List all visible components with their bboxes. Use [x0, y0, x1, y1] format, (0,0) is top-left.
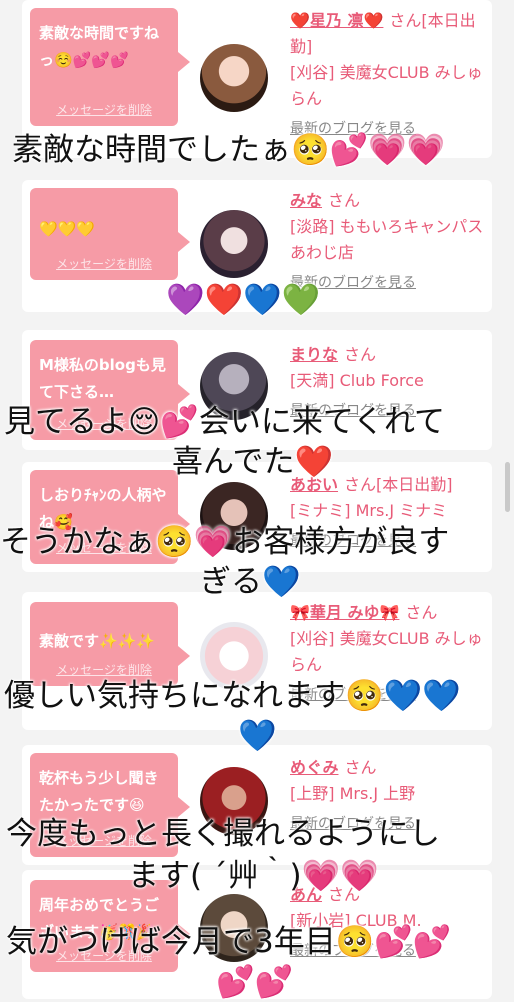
profile-name-link[interactable]: めぐみ	[290, 758, 338, 777]
message-text: 乾杯もう少し聞きたかったです😆	[39, 769, 159, 814]
message-bubble: 素敵な時間ですねっ☺️💕💕💕 メッセージを削除	[30, 8, 190, 126]
overlay-caption: 見てるよ😌💕会いに来てくれて	[4, 404, 446, 440]
profile-name-link[interactable]: ❤️星乃 凛❤️	[290, 11, 383, 30]
profile-info: みな さん [淡路] ももいろキャンパス あわじ店 最新のブログを見る	[290, 188, 486, 292]
name-suffix: さん[本日出勤]	[344, 475, 453, 494]
delete-message-link[interactable]: メッセージを削除	[30, 101, 178, 118]
avatar[interactable]	[200, 44, 268, 112]
message-text: M様私のblogも見て下さる…	[39, 356, 166, 401]
profile-info: ❤️星乃 凛❤️ さん[本日出勤] [刈谷] 美魔女CLUB みしゅらん 最新のブ…	[290, 8, 486, 138]
name-suffix: さん	[328, 191, 361, 210]
overlay-caption: 今度もっと長く撮れるようにし	[6, 816, 440, 852]
shop-name: [天満] Club Force	[290, 371, 424, 390]
scrollbar-thumb[interactable]	[505, 462, 510, 512]
shop-name: [刈谷] 美魔女CLUB みしゅらん	[290, 629, 483, 674]
profile-name-link[interactable]: 🎀華月 みゆ🎀	[290, 603, 399, 622]
shop-name: [淡路] ももいろキャンパス あわじ店	[290, 217, 484, 262]
avatar[interactable]	[200, 210, 268, 278]
shop-name: [ミナミ] Mrs.J ミナミ	[290, 501, 448, 520]
profile-name-link[interactable]: まりな	[290, 345, 338, 364]
overlay-caption: 素敵な時間でしたぁ🥺💕💗💗	[12, 132, 446, 168]
message-text: 素敵な時間ですねっ☺️💕💕💕	[39, 24, 160, 69]
overlay-caption: 気がつけば今月で3年目🥺💕💕	[6, 924, 452, 960]
overlay-caption: 💙	[238, 718, 277, 754]
message-text: 💛💛💛	[39, 220, 96, 238]
profile-name-link[interactable]: みな	[290, 191, 322, 210]
message-bubble: 素敵です✨✨✨ メッセージを削除	[30, 602, 190, 686]
overlay-caption: ます( ´艸｀)💗💗	[128, 858, 379, 894]
message-bubble: 💛💛💛 メッセージを削除	[30, 188, 190, 280]
name-suffix: さん	[405, 603, 438, 622]
shop-name: [刈谷] 美魔女CLUB みしゅらん	[290, 63, 483, 108]
overlay-caption: 優しい気持ちになれます🥺💙💙	[4, 678, 461, 714]
overlay-caption: 喜んでた❤️	[172, 444, 334, 480]
overlay-caption: 💜❤️💙💚	[166, 282, 321, 318]
overlay-caption: そうかなぁ🥺💗お客様方が良す	[0, 524, 450, 560]
shop-name: [上野] Mrs.J 上野	[290, 784, 416, 803]
overlay-caption: ぎる💙	[200, 564, 301, 600]
name-suffix: さん	[344, 758, 377, 777]
overlay-caption: 💕💕	[216, 964, 294, 1000]
name-suffix: さん	[344, 345, 377, 364]
delete-message-link[interactable]: メッセージを削除	[30, 255, 178, 272]
message-text: 素敵です✨✨✨	[39, 632, 156, 650]
